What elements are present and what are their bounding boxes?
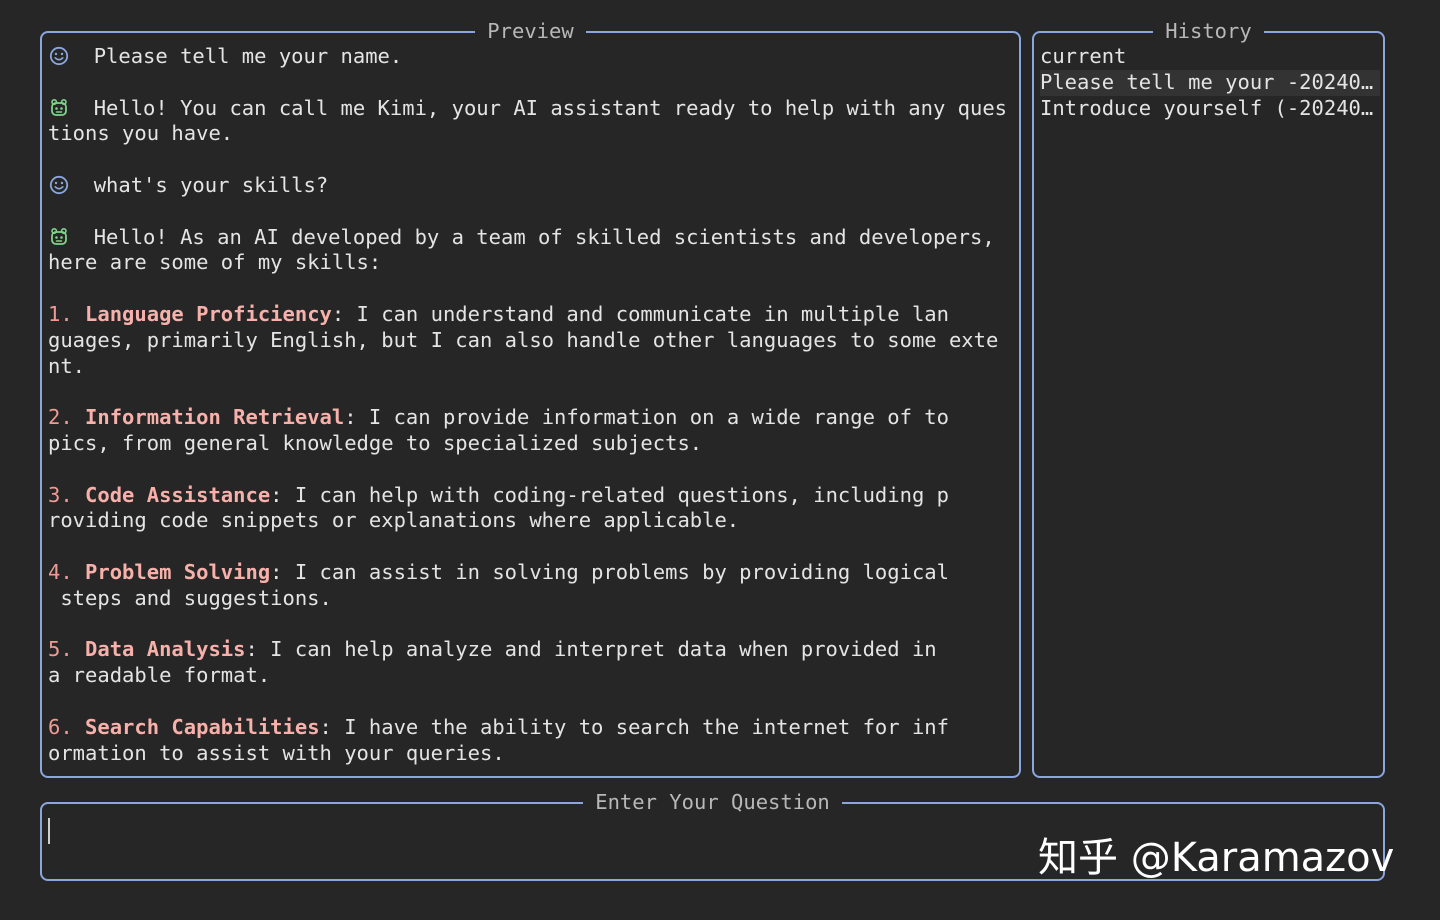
skill-number: 3. <box>48 482 73 507</box>
watermark: 知乎 @Karamazov <box>1038 835 1395 881</box>
skill-description: : I can understand and communicate in mu… <box>331 301 949 326</box>
skill-description-line: a readable format. <box>48 663 271 688</box>
message-line: here are some of my skills: <box>48 250 1016 276</box>
skill-description: : I can help analyze and interpret data … <box>245 637 937 662</box>
user-message-text: what's your skills? <box>93 172 329 197</box>
history-item[interactable]: Please tell me your -20240… <box>1040 69 1380 96</box>
history-item[interactable]: Introduce yourself (-20240… <box>1040 96 1380 122</box>
skill-description-line: ormation to assist with your queries. <box>48 740 505 765</box>
skill-number: 2. <box>48 405 73 430</box>
skill-number: 4. <box>48 559 73 584</box>
assistant-message-text: tions you have. <box>48 121 234 146</box>
skill-item: 4. Problem Solving: I can assist in solv… <box>48 560 1016 586</box>
skill-item: 2. Information Retrieval: I can provide … <box>48 405 1016 431</box>
skill-description-line: nt. <box>48 353 86 378</box>
history-item[interactable]: current <box>1040 44 1380 70</box>
skill-name: Problem Solving <box>85 559 271 584</box>
message-line: Please tell me your name. <box>48 44 1016 70</box>
skill-name: Information Retrieval <box>85 405 345 430</box>
assistant-message-text: Hello! As an AI developed by a team of s… <box>93 224 995 249</box>
history-list[interactable]: current Please tell me your -20240… Introd… <box>1040 44 1380 121</box>
user-message-text: Please tell me your name. <box>93 44 403 68</box>
robot-icon <box>49 227 69 247</box>
preview-title: Preview <box>475 19 586 43</box>
message-line: what's your skills? <box>48 173 1016 199</box>
skill-description-line: roviding code snippets or explanations w… <box>48 508 740 533</box>
history-panel[interactable]: History current Please tell me your -2024… <box>1032 19 1385 778</box>
smiley-icon <box>49 46 69 66</box>
smiley-icon <box>49 175 69 195</box>
skill-description: : I have the ability to search the inter… <box>319 714 949 739</box>
skill-description-line: steps and suggestions. <box>48 585 332 610</box>
skill-name: Code Assistance <box>85 482 271 507</box>
skill-number: 1. <box>48 301 73 326</box>
skill-number: 5. <box>48 637 73 662</box>
assistant-message-text: here are some of my skills: <box>48 250 382 275</box>
skill-description-line: pics, from general knowledge to speciali… <box>48 430 703 455</box>
skill-description: : I can assist in solving problems by pr… <box>270 559 949 584</box>
skill-item: 5. Data Analysis: I can help analyze and… <box>48 637 1016 663</box>
input-title: Enter Your Question <box>583 790 842 814</box>
skill-item: 3. Code Assistance: I can help with codi… <box>48 483 1016 509</box>
assistant-message-text: Hello! You can call me Kimi, your AI ass… <box>93 95 1007 120</box>
message-line: Hello! As an AI developed by a team of s… <box>48 225 1016 251</box>
skill-name: Language Proficiency <box>85 301 332 326</box>
skill-name: Search Capabilities <box>85 714 320 739</box>
conversation-view[interactable]: Please tell me your name. Hello! You can… <box>48 44 1016 766</box>
skill-description: : I can help with coding-related questio… <box>270 482 949 507</box>
text-cursor <box>48 818 50 844</box>
skill-name: Data Analysis <box>85 637 246 662</box>
skill-number: 6. <box>48 714 73 739</box>
history-title: History <box>1153 19 1264 43</box>
skill-description-line: guages, primarily English, but I can als… <box>48 327 999 352</box>
message-line: Hello! You can call me Kimi, your AI ass… <box>48 96 1016 122</box>
skill-item: 1. Language Proficiency: I can understan… <box>48 302 1016 328</box>
preview-panel[interactable]: Preview Please tell me your name. Hello!… <box>40 19 1021 778</box>
message-line: tions you have. <box>48 121 1016 147</box>
skill-item: 6. Search Capabilities: I have the abili… <box>48 715 1016 741</box>
skill-description: : I can provide information on a wide ra… <box>344 405 949 430</box>
robot-icon <box>49 98 69 118</box>
